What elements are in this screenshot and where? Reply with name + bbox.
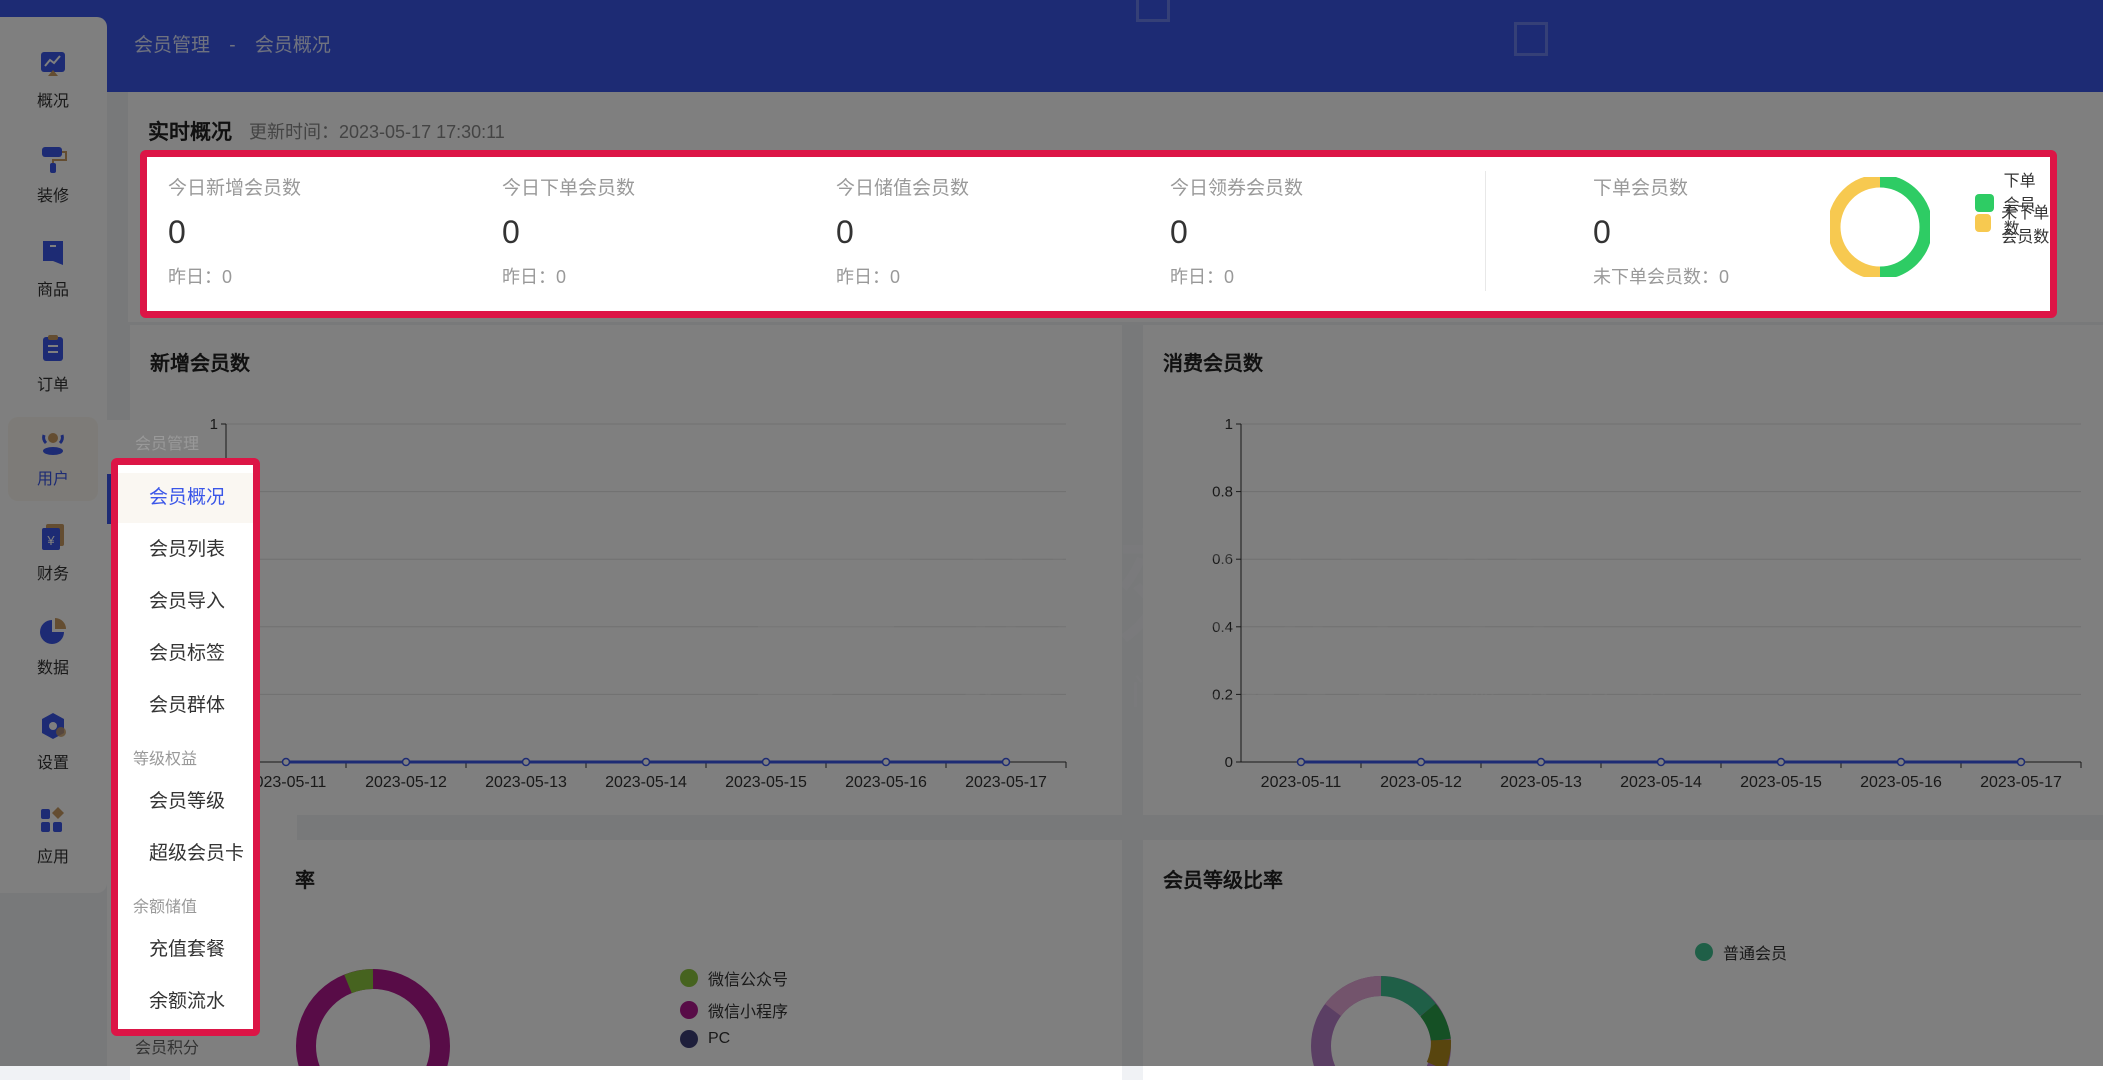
legend-swatch-icon (1975, 214, 1991, 232)
legend-not-ordered[interactable]: 未下单会员数 (1975, 199, 2050, 247)
stat-new-members: 今日新增会员数 0 昨日：0 (168, 173, 301, 289)
dropdown-group-label: 等级权益 (133, 745, 197, 769)
dropdown-item[interactable]: 余额流水 (118, 977, 253, 1027)
stat-yesterday: 昨日：0 (836, 263, 969, 289)
stat-yesterday: 昨日：0 (1170, 263, 1303, 289)
dropdown-item[interactable]: 会员导入 (118, 577, 253, 627)
order-donut-not-ordered (1834, 181, 1880, 273)
order-donut (1830, 177, 1930, 277)
stat-recharge-members: 今日储值会员数 0 昨日：0 (836, 173, 969, 289)
stat-title: 今日新增会员数 (168, 173, 301, 200)
order-donut-ordered (1880, 181, 1926, 273)
member-submenu-highlight: 会员概况会员列表会员导入会员标签会员群体等级权益会员等级超级会员卡余额储值充值套… (111, 458, 260, 1036)
stat-coupon-members: 今日领券会员数 0 昨日：0 (1170, 173, 1303, 289)
dropdown-item[interactable]: 会员列表 (118, 525, 253, 575)
stat-value: 0 (168, 214, 301, 251)
dropdown-group-label: 余额储值 (133, 893, 197, 917)
stat-yesterday: 昨日：0 (502, 263, 635, 289)
dropdown-item[interactable]: 会员概况 (118, 473, 253, 523)
submenu-item-member-points[interactable]: 会员积分 (135, 1040, 199, 1058)
dropdown-item[interactable]: 充值套餐 (118, 925, 253, 975)
dropdown-item[interactable]: 会员等级 (118, 777, 253, 827)
dropdown-item[interactable]: 超级会员卡 (118, 829, 253, 879)
stat-value: 0 (502, 214, 635, 251)
stat-title: 今日储值会员数 (836, 173, 969, 200)
stats-divider (1485, 171, 1486, 291)
dropdown-item[interactable]: 会员群体 (118, 681, 253, 731)
stat-yesterday: 昨日：0 (168, 263, 301, 289)
stat-title: 下单会员数 (1593, 173, 1729, 200)
stat-title: 今日下单会员数 (502, 173, 635, 200)
stat-value: 0 (1170, 214, 1303, 251)
stat-not-ordered: 未下单会员数：0 (1593, 263, 1729, 289)
stat-value: 0 (836, 214, 969, 251)
stat-order-members: 今日下单会员数 0 昨日：0 (502, 173, 635, 289)
stat-value: 0 (1593, 214, 1729, 251)
legend-label: 未下单会员数 (2001, 199, 2050, 247)
realtime-stats-highlight: 今日新增会员数 0 昨日：0 今日下单会员数 0 昨日：0 今日储值会员数 0 昨日：0 今… (140, 150, 2057, 318)
dropdown-item[interactable]: 会员标签 (118, 629, 253, 679)
submenu-group-label: 会员管理 (135, 436, 199, 454)
stat-title: 今日领券会员数 (1170, 173, 1303, 200)
stat-ordered-members: 下单会员数 0 未下单会员数：0 (1593, 173, 1729, 289)
